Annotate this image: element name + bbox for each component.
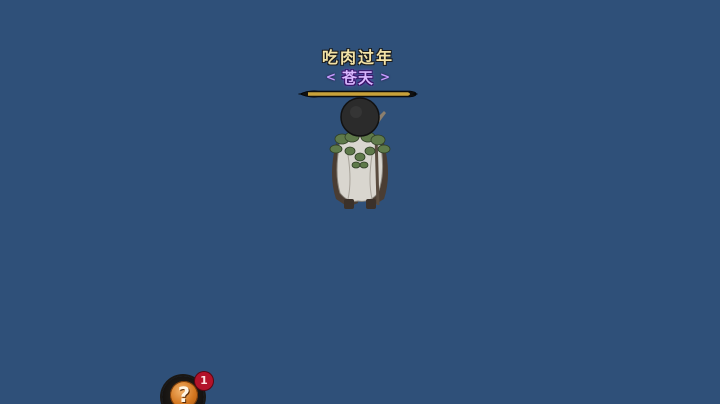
- help-button[interactable]: ? 1: [160, 372, 213, 404]
- player-character[interactable]: [318, 95, 402, 217]
- question-mark-icon: ?: [170, 381, 198, 404]
- player-title-text: 苍天: [341, 68, 374, 87]
- player-name: 吃肉过年: [321, 48, 394, 67]
- player-title: < 苍天 >: [300, 67, 416, 87]
- title-arrow-right-icon: >: [380, 70, 391, 84]
- title-arrow-left-icon: <: [325, 70, 336, 84]
- help-notification-badge: 1: [195, 372, 213, 390]
- game-scene[interactable]: 吃肉过年 < 苍天 > ? 1: [0, 0, 720, 404]
- character-sprite: [329, 97, 391, 209]
